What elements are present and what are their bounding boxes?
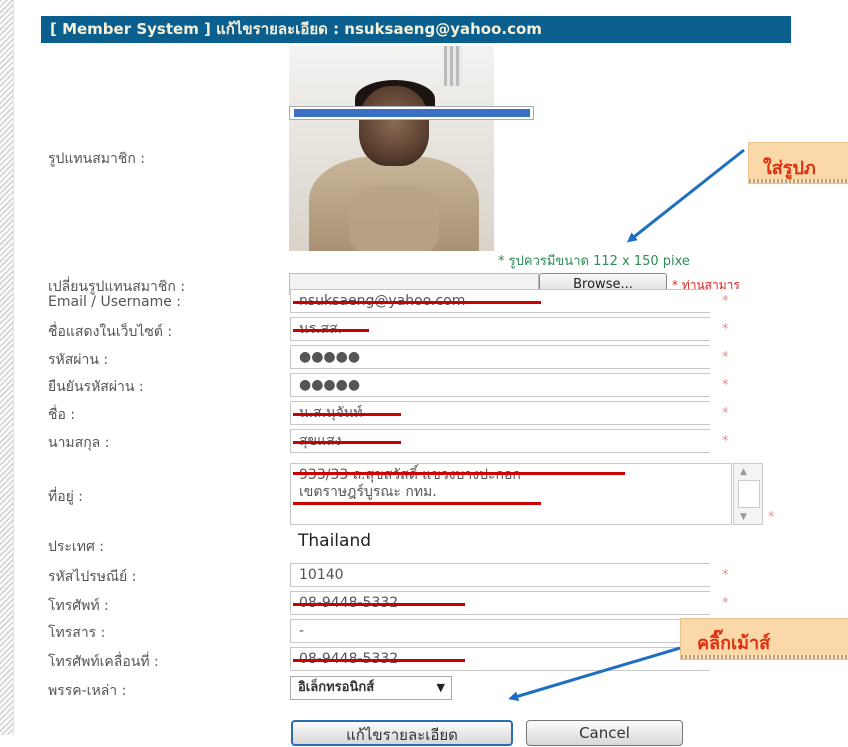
postcode-value: 10140	[299, 567, 344, 583]
redaction-line	[293, 502, 541, 505]
zodiac-value: อิเล็กทรอนิกส์	[298, 680, 375, 695]
mobile-field[interactable]: 08-9448-5332	[290, 647, 710, 671]
required-marker: *	[722, 378, 729, 393]
address-scrollbar[interactable]: ▲ ▼	[733, 463, 763, 525]
arrow-to-image-note	[626, 148, 745, 243]
first-name-label: ชื่อ :	[48, 407, 76, 423]
scroll-thumb[interactable]	[738, 480, 760, 508]
fax-field[interactable]: -	[290, 619, 710, 643]
required-marker: *	[722, 350, 729, 365]
redaction-line	[293, 659, 465, 662]
required-marker: *	[722, 596, 729, 611]
redaction-line	[293, 301, 541, 304]
password-value: ●●●●●	[299, 349, 361, 365]
click-callout: คลิ๊กเม้าส์	[680, 618, 848, 660]
country-label: ประเทศ :	[48, 539, 104, 555]
address-line-2: เขตราษฎร์บูรณะ กทม.	[299, 484, 437, 500]
avatar-image	[289, 46, 494, 251]
last-name-field[interactable]: สุขแสง	[290, 429, 710, 453]
page-header: [ Member System ] แก้ไขรายละเอียด : nsuk…	[41, 16, 791, 43]
last-name-label: นามสกุล :	[48, 435, 110, 451]
avatar-label: รูปแทนสมาชิก :	[48, 151, 146, 167]
fax-value: -	[299, 623, 305, 639]
address-label: ที่อยู่ :	[48, 489, 84, 505]
confirm-password-field[interactable]: ●●●●●	[290, 373, 710, 397]
required-marker: *	[722, 294, 729, 309]
left-border-decoration	[0, 0, 14, 735]
email-label: Email / Username :	[48, 294, 181, 310]
scroll-up-icon[interactable]: ▲	[740, 467, 747, 477]
cancel-button[interactable]: Cancel	[526, 720, 683, 746]
image-callout: ใส่รูปภ	[748, 142, 848, 184]
chevron-down-icon[interactable]: ▼	[437, 677, 445, 699]
scroll-down-icon[interactable]: ▼	[740, 512, 747, 522]
postcode-field[interactable]: 10140	[290, 563, 710, 587]
redaction-line	[293, 472, 625, 475]
phone-label: โทรศัพท์ :	[48, 598, 109, 614]
display-name-field[interactable]: นร.สส.	[290, 317, 710, 341]
zodiac-label: พรรค-เหล่า :	[48, 683, 127, 699]
required-marker: *	[722, 406, 729, 421]
display-name-label: ชื่อแสดงในเว็บไซต์ :	[48, 324, 173, 340]
address-line-1: 933/33 ถ.สุขสวัสดิ์ แขวงบางปะกอก	[299, 467, 521, 483]
required-marker: *	[768, 510, 775, 525]
confirm-password-label: ยืนยันรหัสผ่าน :	[48, 379, 144, 395]
zodiac-select[interactable]: อิเล็กทรอนิกส์ ▼	[290, 676, 452, 700]
first-name-field[interactable]: น.ส.นุจันท์	[290, 401, 710, 425]
required-marker: *	[722, 322, 729, 337]
postcode-label: รหัสไปรษณีย์ :	[48, 569, 137, 585]
avatar-redaction	[289, 106, 534, 120]
address-textarea[interactable]: 933/33 ถ.สุขสวัสดิ์ แขวงบางปะกอก เขตราษฎ…	[290, 463, 732, 525]
required-marker: *	[722, 434, 729, 449]
country-value: Thailand	[298, 531, 372, 551]
image-size-note: * รูปควรมีขนาด 112 x 150 pixe	[498, 254, 690, 269]
redaction-line	[293, 603, 465, 606]
redaction-line	[293, 441, 401, 444]
phone-field[interactable]: 08-9448-5332	[290, 591, 710, 615]
save-button[interactable]: แก้ไขรายละเอียด	[291, 720, 513, 746]
redaction-line	[293, 329, 369, 332]
redaction-line	[293, 413, 401, 416]
confirm-password-value: ●●●●●	[299, 377, 361, 393]
password-label: รหัสผ่าน :	[48, 352, 109, 368]
email-field[interactable]: nsuksaeng@yahoo.com	[290, 289, 710, 313]
mobile-label: โทรศัพท์เคลื่อนที่ :	[48, 654, 159, 670]
required-marker: *	[722, 568, 729, 583]
fax-label: โทรสาร :	[48, 625, 106, 641]
password-field[interactable]: ●●●●●	[290, 345, 710, 369]
